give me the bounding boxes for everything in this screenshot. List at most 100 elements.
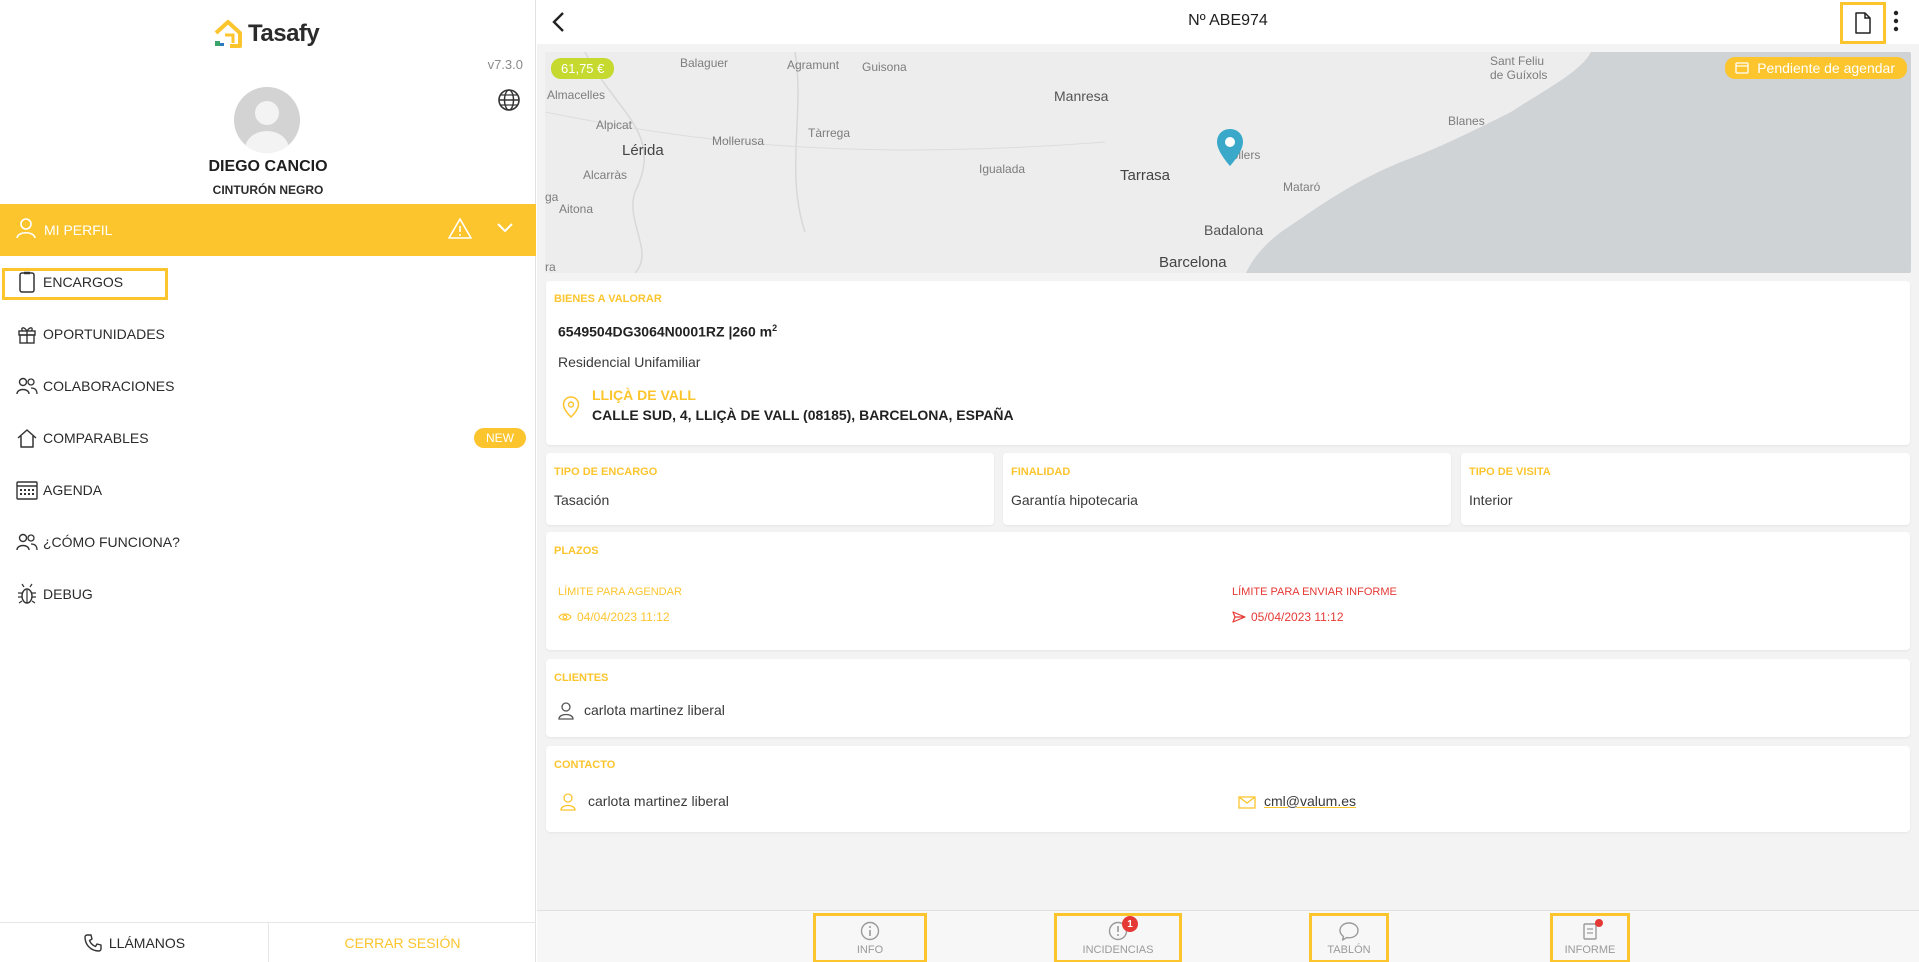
tab-informe[interactable]: INFORME: [1550, 913, 1630, 962]
user-name: DIEGO CANCIO: [208, 158, 328, 175]
plazos-card: PLAZOS LÍMITE PARA AGENDAR 04/04/2023 11…: [546, 532, 1910, 650]
sidebar-item-debug[interactable]: DEBUG: [0, 568, 536, 620]
map-label: Lérida: [622, 142, 664, 159]
sidebar-item-encargos[interactable]: ENCARGOS: [0, 256, 536, 308]
tipo-encargo-card: TIPO DE ENCARGO Tasación: [546, 453, 994, 525]
sidebar-footer: LLÁMANOS CERRAR SESIÓN: [0, 922, 536, 962]
property-ref-text: 6549504DG3064N0001RZ |260 m: [558, 323, 773, 340]
bienes-card: BIENES A VALORAR 6549504DG3064N0001RZ |2…: [546, 281, 1910, 445]
calendar-icon: [16, 479, 38, 501]
sidebar-item-label: AGENDA: [43, 482, 103, 498]
user-icon: [558, 702, 574, 725]
highlight-box: [2, 268, 168, 300]
map-label: ra: [545, 260, 556, 273]
app-logo: Tasafy: [212, 16, 320, 52]
sidebar-nav: ENCARGOS OPORTUNIDADES COLABORACIONES CO…: [0, 256, 536, 620]
logout-label: CERRAR SESIÓN: [344, 935, 461, 951]
user-icon: [16, 217, 36, 244]
tab-label: TABLÓN: [1327, 944, 1371, 956]
agendar-value: 04/04/2023 11:12: [577, 610, 670, 624]
document-button[interactable]: [1840, 2, 1886, 44]
informe-value: 05/04/2023 11:12: [1251, 610, 1344, 624]
map-label: Alpicat: [596, 118, 633, 132]
finalidad-card: FINALIDAD Garantía hipotecaria: [1003, 453, 1451, 525]
map-label: Guisona: [862, 60, 907, 74]
map-label: Badalona: [1204, 222, 1264, 238]
tipo-visita-card: TIPO DE VISITA Interior: [1461, 453, 1910, 525]
section-label: TIPO DE VISITA: [1469, 466, 1551, 478]
property-town: LLIÇÀ DE VALL: [592, 387, 696, 403]
mail-icon: [1238, 796, 1256, 814]
sidebar-item-comparables[interactable]: COMPARABLES NEW: [0, 412, 536, 464]
house-icon: [16, 427, 38, 449]
map-label: Sant Feliu: [1490, 54, 1545, 68]
map-label: Blanes: [1448, 114, 1485, 128]
users-icon: [16, 531, 38, 553]
page-title: Nº ABE974: [1188, 12, 1268, 29]
profile-menu[interactable]: MI PERFIL: [0, 204, 536, 256]
price-badge: 61,75 €: [551, 58, 615, 79]
main-content: Nº ABE974 61,75 € Pendiente de agendar B…: [537, 0, 1919, 962]
notification-badge: 1: [1122, 916, 1138, 932]
chat-bubble-icon: [1338, 920, 1360, 942]
map-label: Almacelles: [547, 88, 606, 102]
app-name: Tasafy: [248, 20, 320, 47]
informe-deadline: 05/04/2023 11:12: [1232, 610, 1344, 624]
top-bar: Nº ABE974: [537, 0, 1919, 44]
clientes-card: CLIENTES carlota martinez liberal: [546, 659, 1910, 737]
call-button[interactable]: LLÁMANOS: [0, 923, 268, 962]
warning-icon[interactable]: [448, 217, 472, 244]
contact-name: carlota martinez liberal: [588, 793, 729, 809]
user-rank: CINTURÓN NEGRO: [212, 183, 324, 197]
section-label: PLAZOS: [554, 545, 599, 557]
map-label: Balaguer: [680, 56, 729, 70]
logout-button[interactable]: CERRAR SESIÓN: [268, 923, 536, 962]
notification-dot: [1595, 919, 1603, 927]
location-pin-icon[interactable]: [1215, 128, 1245, 173]
chevron-down-icon[interactable]: [496, 220, 514, 238]
report-hand-icon: [1580, 919, 1603, 942]
tab-incidencias[interactable]: 1 INCIDENCIAS: [1054, 913, 1182, 962]
roads: [545, 52, 1106, 273]
profile-label: MI PERFIL: [44, 222, 113, 238]
section-label: CONTACTO: [554, 759, 616, 771]
more-vertical-icon[interactable]: [1892, 10, 1900, 37]
gift-icon: [16, 323, 38, 345]
app-version: v7.3.0: [487, 57, 523, 72]
phone-icon: [83, 933, 103, 953]
alert-icon: 1: [1108, 916, 1138, 942]
map-label: Mollerusa: [712, 134, 765, 148]
map-label: ga: [545, 190, 559, 204]
sidebar: Tasafy v7.3.0 DIEGO CANCIO CINTURÓN NEGR…: [0, 0, 536, 962]
map-label: Tarrasa: [1120, 167, 1171, 184]
map-label: Barcelona: [1159, 254, 1227, 271]
call-label: LLÁMANOS: [108, 935, 186, 951]
user-icon: [560, 793, 576, 816]
sidebar-item-colaboraciones[interactable]: COLABORACIONES: [0, 360, 536, 412]
section-label: BIENES A VALORAR: [554, 293, 662, 305]
tab-tablon[interactable]: TABLÓN: [1309, 913, 1389, 962]
agendar-label: LÍMITE PARA AGENDAR: [558, 586, 682, 598]
informe-label: LÍMITE PARA ENVIAR INFORME: [1232, 586, 1397, 598]
bottom-tab-bar: INFO 1 INCIDENCIAS TABLÓN INFORME: [537, 910, 1919, 962]
status-badge: Pendiente de agendar: [1725, 57, 1907, 79]
globe-icon[interactable]: [497, 88, 523, 114]
map-label: Aitona: [559, 202, 594, 216]
section-label: CLIENTES: [554, 672, 609, 684]
document-icon: [1854, 12, 1872, 34]
sidebar-item-label: DEBUG: [43, 586, 93, 602]
section-label: TIPO DE ENCARGO: [554, 466, 658, 478]
property-ref-sup: 2: [772, 323, 778, 333]
property-address: CALLE SUD, 4, LLIÇÀ DE VALL (08185), BAR…: [592, 407, 1014, 423]
sidebar-item-oportunidades[interactable]: OPORTUNIDADES: [0, 308, 536, 360]
tipo-visita-value: Interior: [1469, 492, 1513, 508]
send-icon: [1232, 611, 1246, 623]
avatar[interactable]: [234, 87, 300, 153]
tab-info[interactable]: INFO: [813, 913, 927, 962]
contact-email-link[interactable]: cml@valum.es: [1264, 793, 1356, 809]
sidebar-item-agenda[interactable]: AGENDA: [0, 464, 536, 516]
map-label: Alcarràs: [583, 168, 628, 182]
sidebar-item-como-funciona[interactable]: ¿CÓMO FUNCIONA?: [0, 516, 536, 568]
location-map[interactable]: 61,75 € Pendiente de agendar Balaguer Ag…: [545, 52, 1911, 273]
tab-label: INFORME: [1564, 944, 1616, 956]
